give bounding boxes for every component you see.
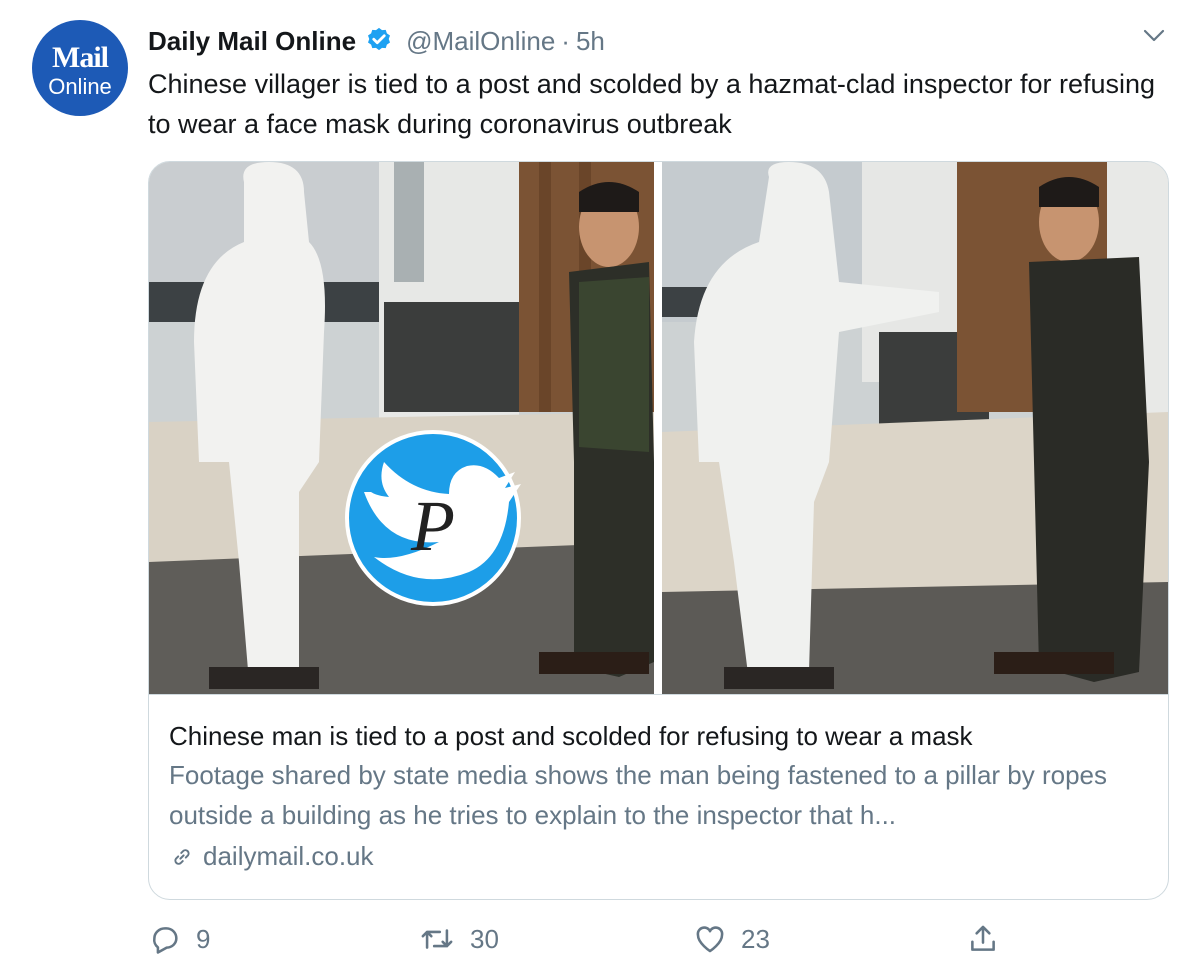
link-card[interactable]: P Chinese man is tied to a post and scol… bbox=[148, 161, 1169, 900]
reply-button[interactable]: 9 bbox=[148, 922, 210, 956]
chevron-down-icon[interactable] bbox=[1141, 26, 1167, 46]
share-icon bbox=[971, 925, 995, 951]
retweet-count: 30 bbox=[470, 923, 499, 954]
separator-dot: · bbox=[561, 25, 570, 56]
author-name[interactable]: Daily Mail Online bbox=[148, 26, 356, 57]
tweet-text: Chinese villager is tied to a post and s… bbox=[148, 69, 1156, 139]
photo-left bbox=[149, 162, 654, 694]
card-domain-text: dailymail.co.uk bbox=[203, 841, 374, 871]
card-image[interactable]: P bbox=[149, 162, 1168, 694]
share-button[interactable] bbox=[966, 922, 1014, 956]
verified-badge-icon bbox=[368, 27, 391, 51]
photo-right bbox=[662, 162, 1168, 694]
watermark-letter: P bbox=[410, 486, 455, 566]
avatar-logo-text: Mail bbox=[52, 40, 109, 74]
card-description: Footage shared by state media shows the … bbox=[169, 760, 1108, 830]
tweet-timestamp[interactable]: 5h bbox=[576, 26, 605, 57]
reply-count: 9 bbox=[196, 923, 211, 954]
tweet-header: Daily Mail Online @MailOnline · 5h bbox=[148, 24, 605, 58]
card-domain: dailymail.co.uk bbox=[169, 841, 374, 872]
author-handle[interactable]: @MailOnline bbox=[406, 26, 555, 57]
tweet-actions: 9 30 23 bbox=[148, 922, 1178, 962]
avatar-logo-subtext: Online bbox=[48, 73, 112, 99]
like-count: 23 bbox=[741, 923, 770, 954]
link-icon bbox=[174, 848, 190, 865]
like-icon bbox=[696, 926, 724, 953]
retweet-button[interactable]: 30 bbox=[418, 922, 499, 956]
retweet-icon bbox=[421, 929, 453, 949]
like-button[interactable]: 23 bbox=[693, 922, 770, 956]
reply-icon bbox=[152, 927, 178, 954]
card-body[interactable]: Chinese man is tied to a post and scolde… bbox=[149, 694, 1168, 899]
avatar[interactable]: Mail Online bbox=[32, 20, 128, 116]
card-title: Chinese man is tied to a post and scolde… bbox=[169, 721, 973, 751]
